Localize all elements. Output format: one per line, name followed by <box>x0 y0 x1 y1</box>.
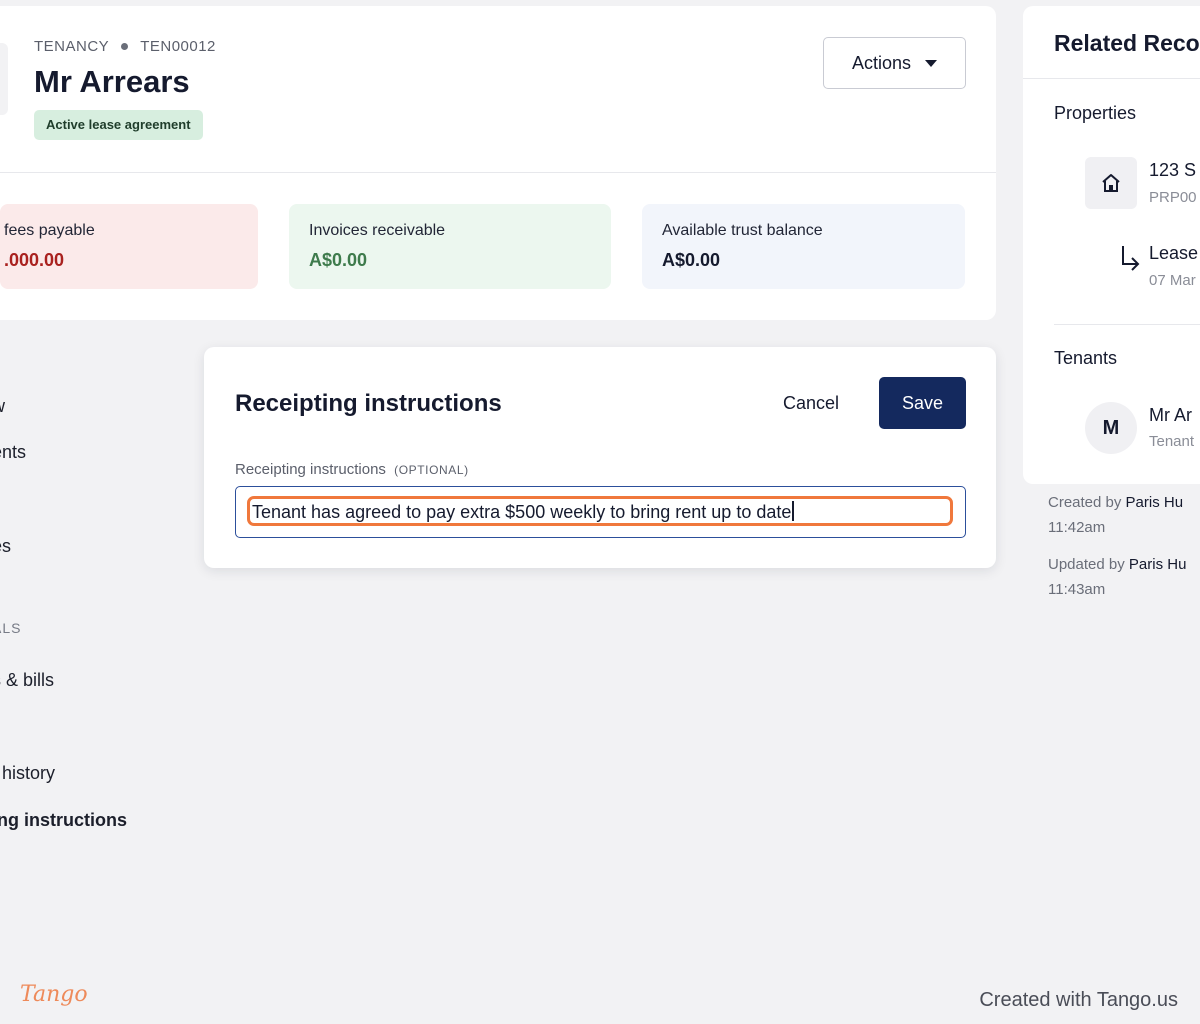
breadcrumb-type: TENANCY <box>34 38 110 55</box>
lease-name-link[interactable]: Lease <box>1149 243 1198 264</box>
breadcrumb-id: TEN00012 <box>140 38 216 55</box>
created-time: 11:42am <box>1048 519 1106 536</box>
tenancy-header-card: TENANCY TEN00012 Mr Arrears Active lease… <box>0 6 996 320</box>
page-title: Mr Arrears <box>34 64 190 99</box>
nav-item-agreements[interactable]: ents <box>0 442 26 463</box>
avatar: M <box>1085 402 1137 454</box>
tango-footer: Tango Created with Tango.us <box>0 978 1200 1024</box>
stat-label: Available trust balance <box>662 222 823 239</box>
nav-item-rent-history[interactable]: t history <box>0 763 55 784</box>
collapsed-panel-edge <box>0 43 8 115</box>
actions-label: Actions <box>851 52 912 73</box>
optional-tag: (OPTIONAL) <box>394 463 469 477</box>
stat-value: A$0.00 <box>662 250 721 270</box>
tango-credit: Created with Tango.us <box>979 989 1178 1011</box>
created-by-name: Paris Hu <box>1125 494 1184 511</box>
stat-card-fees-payable: fees payable .000.00 <box>0 204 258 289</box>
updated-time: 11:43am <box>1048 581 1106 598</box>
header-divider <box>0 172 996 173</box>
input-value-text: Tenant has agreed to pay extra $500 week… <box>252 502 792 522</box>
field-label-text: Receipting instructions <box>235 461 386 478</box>
nav-section-heading: ALS <box>0 620 22 636</box>
created-by-info: Created by Paris Hu <box>1048 494 1183 511</box>
tenancy-side-nav: L w ents es ALS s & bills t history ing … <box>0 330 200 850</box>
actions-button[interactable]: Actions <box>823 37 966 89</box>
stat-label: Invoices receivable <box>309 222 446 239</box>
stat-card-invoices-receivable: Invoices receivable A$0.00 <box>289 204 611 289</box>
tango-logo: Tango <box>20 982 88 1007</box>
receipting-instructions-card: Receipting instructions Cancel Save Rece… <box>204 347 996 568</box>
breadcrumb: TENANCY TEN00012 <box>34 38 216 55</box>
breadcrumb-separator-dot <box>121 43 129 50</box>
tenant-name-link[interactable]: Mr Ar <box>1149 405 1192 426</box>
related-divider <box>1023 78 1200 79</box>
save-button[interactable]: Save <box>879 377 966 429</box>
property-tile[interactable] <box>1085 157 1137 209</box>
lease-date: 07 Mar <box>1149 272 1196 289</box>
sub-item-arrow-icon <box>1122 246 1140 271</box>
created-prefix: Created by <box>1048 494 1122 511</box>
nav-item-receipting-instructions[interactable]: ing instructions <box>0 810 127 831</box>
tenant-role: Tenant <box>1149 433 1195 450</box>
caret-down-icon <box>925 59 938 67</box>
input-value: Tenant has agreed to pay extra $500 week… <box>252 501 794 523</box>
properties-heading: Properties <box>1054 103 1137 123</box>
receipting-instructions-input[interactable]: Tenant has agreed to pay extra $500 week… <box>235 486 966 538</box>
property-id: PRP00 <box>1149 189 1197 206</box>
tenants-heading: Tenants <box>1054 348 1118 368</box>
related-records-title: Related Reco <box>1054 30 1200 56</box>
related-records-panel: Related Reco Properties 123 S PRP00 Leas… <box>1023 6 1200 484</box>
field-label: Receipting instructions (OPTIONAL) <box>235 461 469 478</box>
nav-item-overview[interactable]: w <box>0 396 5 417</box>
status-badge: Active lease agreement <box>34 110 203 140</box>
home-icon <box>1102 174 1120 192</box>
updated-by-info: Updated by Paris Hu <box>1048 556 1186 573</box>
card-title: Receipting instructions <box>235 390 502 417</box>
updated-by-name: Paris Hu <box>1128 556 1187 573</box>
nav-section-heading: L <box>0 346 1 362</box>
property-name-link[interactable]: 123 S <box>1149 160 1196 181</box>
updated-prefix: Updated by <box>1048 556 1125 573</box>
nav-item-invoices-bills[interactable]: s & bills <box>0 670 54 691</box>
stat-value: A$0.00 <box>309 250 368 270</box>
stat-label: fees payable <box>4 222 95 239</box>
related-section-divider <box>1054 324 1200 325</box>
stat-value: .000.00 <box>4 250 65 270</box>
cancel-button[interactable]: Cancel <box>764 377 858 429</box>
stat-card-trust-balance: Available trust balance A$0.00 <box>642 204 965 289</box>
nav-item-charges[interactable]: es <box>0 536 11 557</box>
text-cursor <box>792 501 794 521</box>
